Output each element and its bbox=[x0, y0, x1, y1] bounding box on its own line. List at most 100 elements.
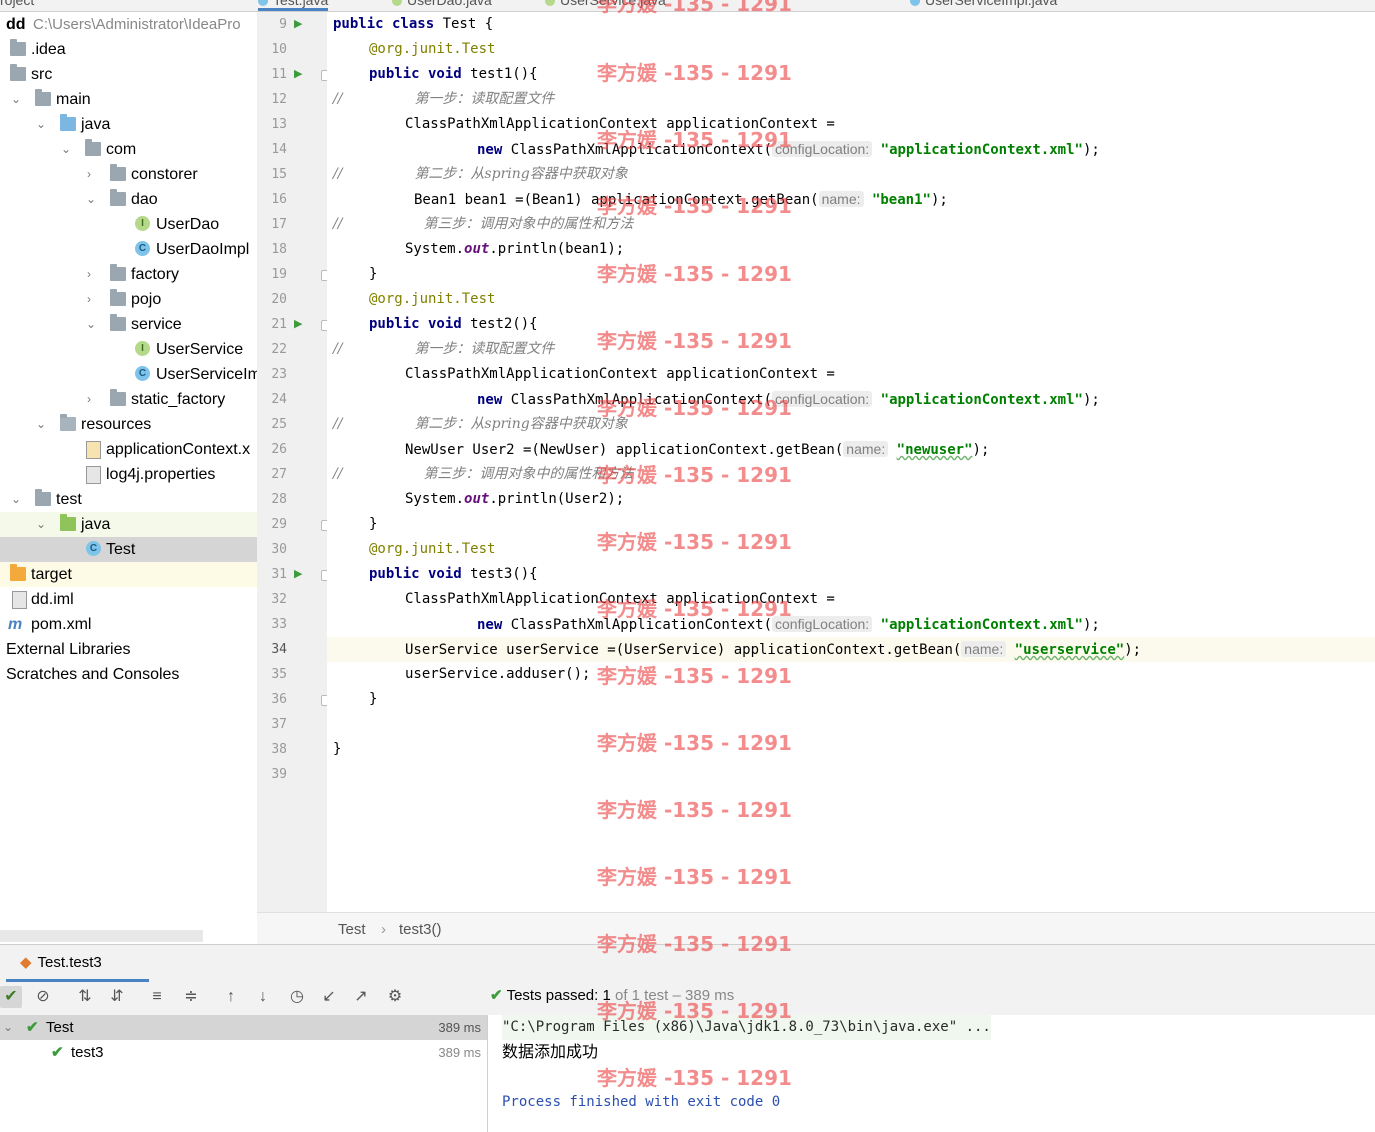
tree-item[interactable]: ⌄ com bbox=[0, 137, 257, 162]
code-line: } bbox=[369, 266, 378, 282]
tab-test-java[interactable]: Test.java bbox=[258, 0, 329, 11]
code-line: //第三步：调用对象中的属性和方法 bbox=[333, 466, 634, 482]
tree-item-label: com bbox=[106, 141, 137, 158]
gear-icon[interactable]: ⚙ bbox=[384, 986, 406, 1008]
code-line: public void test3(){ bbox=[369, 566, 538, 582]
line-number: 39 bbox=[271, 767, 287, 782]
tree-item[interactable]: Scratches and Consoles bbox=[0, 662, 257, 687]
chevron-right-icon[interactable]: › bbox=[83, 262, 95, 287]
test-node-label: Test bbox=[46, 1019, 74, 1036]
tree-item[interactable]: .idea bbox=[0, 37, 257, 62]
test-node[interactable]: ⌄ ✔ Test 389 ms bbox=[0, 1015, 487, 1040]
tab-userserviceimpl-java[interactable]: UserServiceImpl.java bbox=[910, 0, 1057, 8]
code-editor[interactable]: public class Test { @org.junit.Test publ… bbox=[327, 12, 1375, 912]
chevron-down-icon[interactable]: ⌄ bbox=[10, 87, 22, 112]
tree-item[interactable]: src bbox=[0, 62, 257, 87]
chevron-down-icon[interactable]: ⌄ bbox=[10, 487, 22, 512]
chevron-right-icon[interactable]: › bbox=[83, 387, 95, 412]
run-tab[interactable]: ◆ Test.test3 bbox=[6, 950, 149, 982]
tab-userdao-java[interactable]: UserDao.java bbox=[392, 0, 492, 8]
tree-item[interactable]: I UserService bbox=[0, 337, 257, 362]
tree-item[interactable]: › factory bbox=[0, 262, 257, 287]
run-test-icon[interactable]: ▶ bbox=[294, 318, 306, 330]
next-failed-icon[interactable]: ↓ bbox=[252, 986, 274, 1008]
tree-item-label: main bbox=[56, 91, 91, 108]
tree-item-label: External Libraries bbox=[6, 641, 131, 658]
chevron-down-icon[interactable]: ⌄ bbox=[35, 512, 47, 537]
line-number: 24 bbox=[271, 392, 287, 407]
tree-item[interactable]: ⌄ resources bbox=[0, 412, 257, 437]
test-class-icon: C bbox=[86, 541, 101, 556]
sort-alpha-icon[interactable]: ⇅ bbox=[74, 986, 96, 1008]
chevron-down-icon[interactable]: ⌄ bbox=[85, 187, 97, 212]
tree-item[interactable]: C UserDaoImpl bbox=[0, 237, 257, 262]
breadcrumb-class[interactable]: Test bbox=[338, 921, 366, 938]
status-count: 1 bbox=[602, 987, 611, 1004]
tree-item[interactable]: dd.iml bbox=[0, 587, 257, 612]
tree-root[interactable]: dd C:\Users\Administrator\IdeaPro bbox=[0, 12, 257, 37]
line-number: 16 bbox=[271, 192, 287, 207]
tree-item[interactable]: › pojo bbox=[0, 287, 257, 312]
tree-item[interactable]: ⌄ java bbox=[0, 512, 257, 537]
run-test-class-icon[interactable]: ▶ bbox=[294, 18, 306, 30]
tree-item[interactable]: ⌄ service bbox=[0, 312, 257, 337]
tree-item[interactable]: target bbox=[0, 562, 257, 587]
tree-item[interactable]: ⌄ test bbox=[0, 487, 257, 512]
code-line: public void test2(){ bbox=[369, 316, 538, 332]
chevron-down-icon[interactable]: ⌄ bbox=[85, 312, 97, 337]
interface-icon bbox=[392, 0, 402, 7]
check-icon: ✔ bbox=[26, 1019, 39, 1036]
package-icon bbox=[85, 139, 101, 156]
tree-item[interactable]: › constorer bbox=[0, 162, 257, 187]
tab-project[interactable]: roject bbox=[0, 0, 34, 8]
tree-item[interactable]: applicationContext.x bbox=[0, 437, 257, 462]
status-suffix: of 1 test – 389 ms bbox=[614, 987, 735, 1004]
test-node-label: test3 bbox=[71, 1044, 104, 1061]
chevron-right-icon[interactable]: › bbox=[83, 162, 95, 187]
code-line: } bbox=[333, 741, 342, 757]
test-history-icon[interactable]: ◷ bbox=[286, 986, 308, 1008]
parameter-hint: configLocation: bbox=[772, 141, 873, 157]
chevron-down-icon[interactable]: ⌄ bbox=[60, 137, 72, 162]
test-node[interactable]: ✔ test3 389 ms bbox=[0, 1040, 487, 1065]
tree-item[interactable]: C UserServiceIm bbox=[0, 362, 257, 387]
chevron-right-icon[interactable]: › bbox=[83, 287, 95, 312]
console-output[interactable]: "C:\Program Files (x86)\Java\jdk1.8.0_73… bbox=[487, 1015, 1375, 1132]
tree-item[interactable]: log4j.properties bbox=[0, 462, 257, 487]
sort-duration-icon[interactable]: ⇵ bbox=[106, 986, 128, 1008]
chevron-down-icon[interactable]: ⌄ bbox=[2, 1015, 14, 1040]
line-number: 25 bbox=[271, 417, 287, 432]
breadcrumb-method[interactable]: test3() bbox=[399, 921, 442, 938]
import-tests-icon[interactable]: ↙ bbox=[318, 986, 340, 1008]
expand-all-icon[interactable]: ≡ bbox=[146, 986, 168, 1008]
code-line: new ClassPathXmlApplicationContext(confi… bbox=[477, 616, 1100, 633]
iml-file-icon bbox=[12, 591, 27, 609]
test-node-time: 389 ms bbox=[438, 1020, 481, 1035]
line-number: 12 bbox=[271, 92, 287, 107]
tree-item[interactable]: ⌄ main bbox=[0, 87, 257, 112]
tree-item-selected[interactable]: C Test bbox=[0, 537, 257, 562]
chevron-down-icon[interactable]: ⌄ bbox=[35, 412, 47, 437]
folder-icon bbox=[10, 39, 26, 56]
previous-failed-icon[interactable]: ↑ bbox=[220, 986, 242, 1008]
horizontal-scrollbar[interactable] bbox=[0, 930, 203, 942]
tab-userservice-java[interactable]: UserService.java bbox=[545, 0, 666, 8]
tree-item[interactable]: › static_factory bbox=[0, 387, 257, 412]
run-test-icon[interactable]: ▶ bbox=[294, 568, 306, 580]
run-test-icon[interactable]: ▶ bbox=[294, 68, 306, 80]
show-ignored-icon[interactable]: ⊘ bbox=[32, 986, 54, 1008]
show-passed-icon[interactable]: ✔ bbox=[0, 986, 22, 1008]
code-line: userService.adduser(); bbox=[405, 666, 591, 682]
tree-item[interactable]: I UserDao bbox=[0, 212, 257, 237]
tree-item[interactable]: ⌄ java bbox=[0, 112, 257, 137]
tree-item-label: log4j.properties bbox=[106, 466, 216, 483]
parameter-hint: configLocation: bbox=[772, 391, 873, 407]
line-number: 15 bbox=[271, 167, 287, 182]
tree-item[interactable]: External Libraries bbox=[0, 637, 257, 662]
export-tests-icon[interactable]: ↗ bbox=[350, 986, 372, 1008]
chevron-down-icon[interactable]: ⌄ bbox=[35, 112, 47, 137]
collapse-all-icon[interactable]: ≑ bbox=[180, 986, 202, 1008]
tree-item-label: factory bbox=[131, 266, 180, 283]
tree-item[interactable]: m pom.xml bbox=[0, 612, 257, 637]
tree-item[interactable]: ⌄ dao bbox=[0, 187, 257, 212]
